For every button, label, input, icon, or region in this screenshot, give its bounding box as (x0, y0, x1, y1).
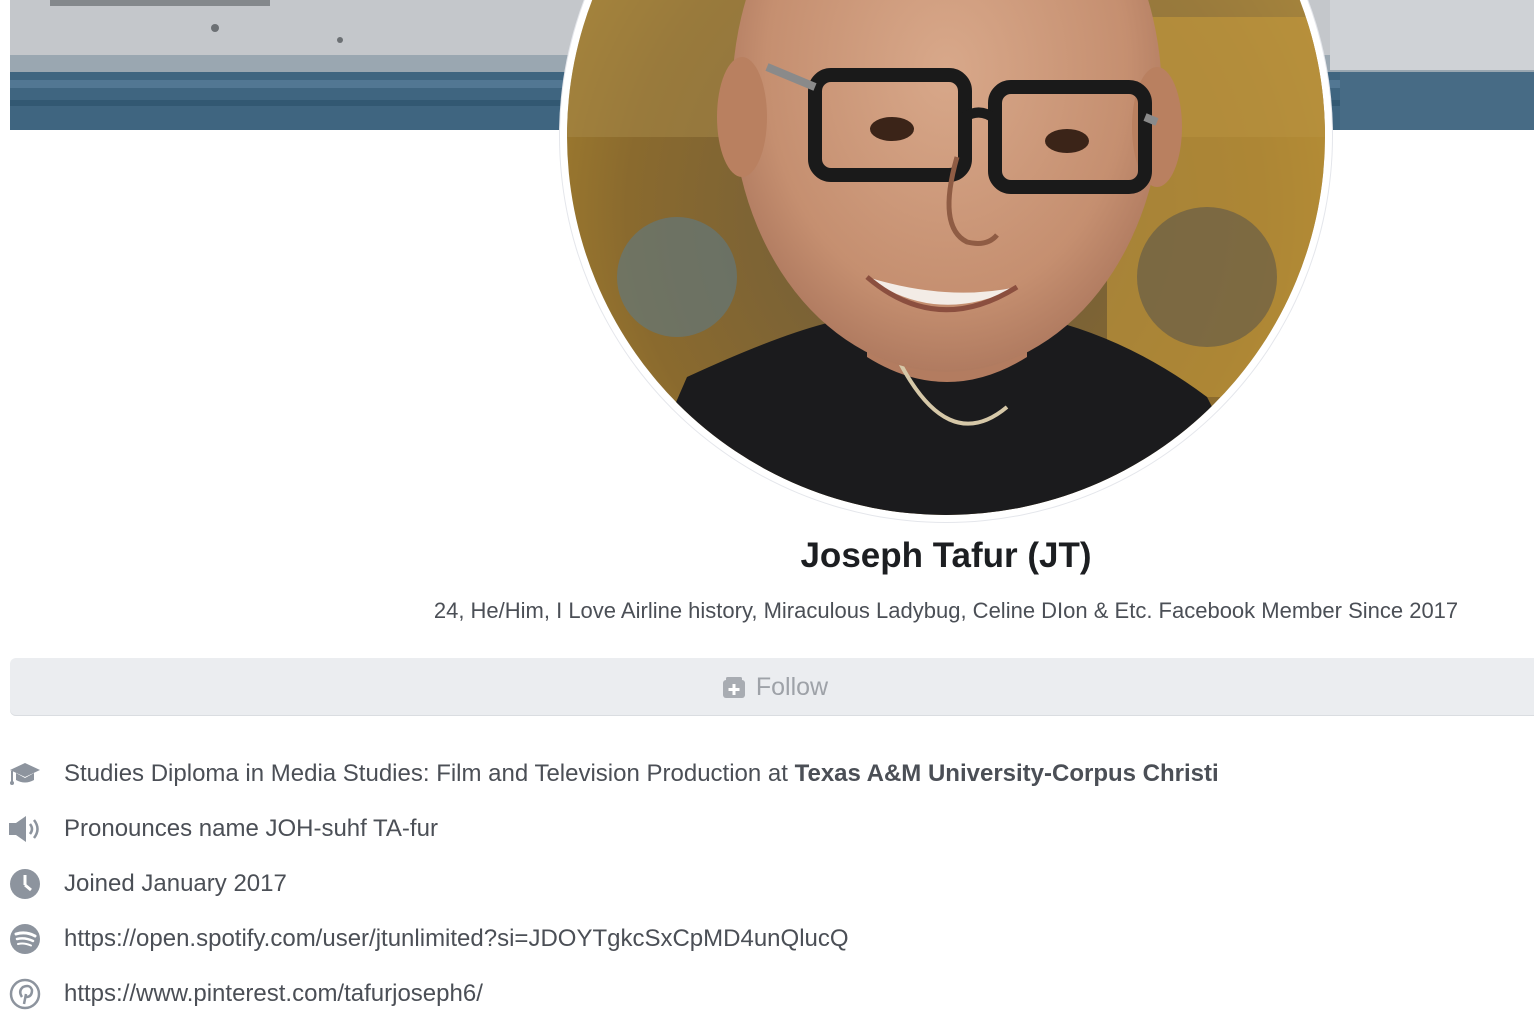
follow-label: Follow (755, 672, 829, 701)
pronunciation-row: Pronounces name JOH-suhf TA-fur (0, 809, 1534, 849)
spotify-icon (8, 922, 42, 956)
education-school-link[interactable]: Texas A&M University-Corpus Christi (795, 760, 1219, 787)
education-row: Studies Diploma in Media Studies: Film a… (0, 754, 1534, 794)
education-prefix: Studies Diploma in Media Studies: Film a… (64, 760, 795, 787)
follow-icon (722, 675, 746, 699)
profile-bio: 24, He/Him, I Love Airline history, Mira… (433, 598, 1459, 623)
clock-icon (8, 867, 42, 901)
education-text: Studies Diploma in Media Studies: Film a… (64, 760, 1219, 788)
avatar[interactable] (567, 0, 1325, 515)
pinterest-link[interactable]: https://www.pinterest.com/tafurjoseph6/ (64, 980, 483, 1008)
joined-text: Joined January 2017 (64, 870, 287, 897)
spotify-link[interactable]: https://open.spotify.com/user/jtunlimite… (64, 925, 849, 953)
pinterest-icon (8, 977, 42, 1011)
speaker-icon[interactable] (8, 812, 42, 846)
graduation-cap-icon (8, 757, 42, 791)
spotify-row: https://open.spotify.com/user/jtunlimite… (0, 919, 1534, 959)
pinterest-row: https://www.pinterest.com/tafurjoseph6/ (0, 974, 1534, 1014)
follow-button[interactable]: Follow (10, 658, 1534, 716)
pronunciation-text: Pronounces name JOH-suhf TA-fur (64, 815, 438, 842)
profile-name: Joseph Tafur (JT) (800, 536, 1092, 575)
joined-row: Joined January 2017 (0, 864, 1534, 904)
